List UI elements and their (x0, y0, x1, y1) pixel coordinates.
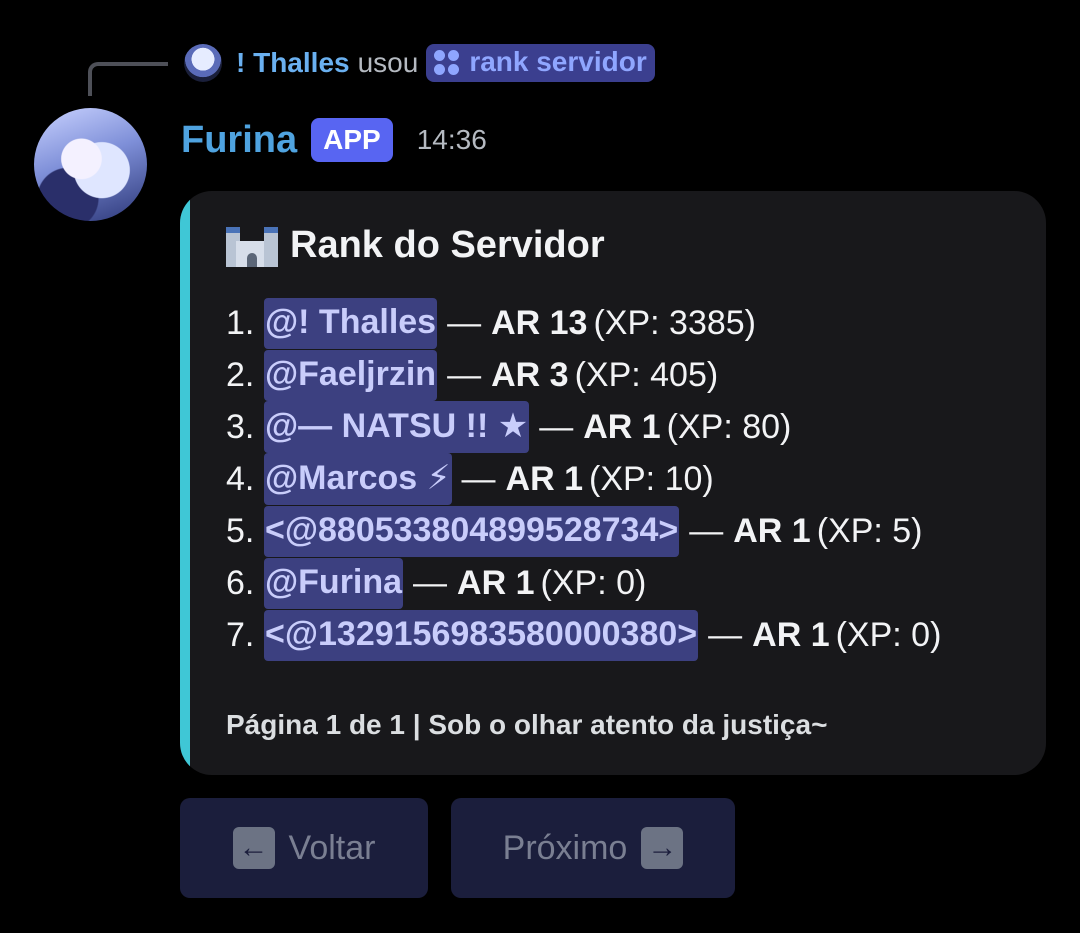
rank-level: AR 1 (457, 563, 535, 602)
rank-xp: (XP: 0) (835, 615, 942, 654)
reply-avatar[interactable] (184, 44, 222, 82)
message-header: Furina APP 14:36 (181, 112, 487, 168)
separator: — (447, 355, 482, 394)
author-username[interactable]: Furina (181, 119, 297, 162)
user-mention[interactable]: @Marcos ⚡ (264, 453, 452, 505)
reply-verb: usou (357, 47, 419, 78)
rank-number: 2. (226, 355, 255, 394)
slash-command-icon (434, 49, 460, 75)
rank-xp: (XP: 3385) (593, 303, 756, 342)
separator: — (461, 459, 496, 498)
separator: — (413, 563, 448, 602)
embed-title: Rank do Servidor (224, 221, 605, 269)
user-mention[interactable]: <@1329156983580000380> (264, 609, 699, 661)
app-badge: APP (311, 118, 393, 162)
rank-entry: 4. @Marcos ⚡ — AR 1 (XP: 10) (226, 453, 941, 505)
reply-reference[interactable]: ! Thalles usou rank servidor (184, 40, 655, 86)
back-button-label: Voltar (288, 828, 376, 867)
rank-level: AR 1 (505, 459, 583, 498)
rank-entry: 7. <@1329156983580000380> — AR 1 (XP: 0) (226, 609, 941, 661)
rank-level: AR 1 (583, 407, 661, 446)
user-mention[interactable]: @Furina (264, 557, 404, 609)
rank-entry: 2. @Faeljrzin — AR 3 (XP: 405) (226, 349, 941, 401)
separator: — (539, 407, 574, 446)
rank-number: 4. (226, 459, 255, 498)
rank-list: 1. @! Thalles — AR 13 (XP: 3385) 2. @Fae… (226, 297, 941, 661)
rank-entry: 1. @! Thalles — AR 13 (XP: 3385) (226, 297, 941, 349)
command-pill[interactable]: rank servidor (426, 44, 655, 82)
next-button[interactable]: Próximo → (451, 798, 735, 898)
next-button-label: Próximo (502, 828, 628, 867)
user-mention[interactable]: @— NATSU !! ★ (264, 401, 530, 453)
rank-xp: (XP: 405) (574, 355, 719, 394)
rank-level: AR 3 (491, 355, 569, 394)
back-button[interactable]: ← Voltar (180, 798, 428, 898)
separator: — (708, 615, 743, 654)
rank-level: AR 1 (733, 511, 811, 550)
rank-xp: (XP: 80) (666, 407, 792, 446)
embed-accent-bar (180, 191, 190, 775)
command-label: rank servidor (469, 46, 647, 77)
user-mention[interactable]: @! Thalles (264, 297, 438, 349)
rank-level: AR 13 (491, 303, 588, 342)
rank-xp: (XP: 5) (816, 511, 923, 550)
rank-level: AR 1 (752, 615, 830, 654)
rank-entry: 6. @Furina — AR 1 (XP: 0) (226, 557, 941, 609)
user-mention[interactable]: @Faeljrzin (264, 349, 438, 401)
castle-icon (224, 221, 280, 269)
reply-username[interactable]: ! Thalles (236, 47, 350, 79)
left-arrow-icon: ← (232, 827, 275, 869)
rank-number: 6. (226, 563, 255, 602)
rank-number: 1. (226, 303, 255, 342)
rank-xp: (XP: 0) (540, 563, 647, 602)
rank-number: 7. (226, 615, 255, 654)
embed-footer: Página 1 de 1 | Sob o olhar atento da ju… (226, 709, 828, 740)
separator: — (689, 511, 724, 550)
rank-number: 3. (226, 407, 255, 446)
rank-xp: (XP: 10) (589, 459, 714, 498)
rank-entry: 5. <@880533804899528734> — AR 1 (XP: 5) (226, 505, 941, 557)
message-timestamp[interactable]: 14:36 (417, 124, 487, 156)
user-mention[interactable]: <@880533804899528734> (264, 505, 680, 557)
reply-connector-line (88, 62, 168, 96)
rank-entry: 3. @— NATSU !! ★ — AR 1 (XP: 80) (226, 401, 941, 453)
separator: — (447, 303, 482, 342)
embed-title-text: Rank do Servidor (290, 223, 605, 266)
right-arrow-icon: → (641, 827, 684, 869)
rank-number: 5. (226, 511, 255, 550)
author-avatar[interactable] (34, 108, 147, 221)
rank-embed: Rank do Servidor 1. @! Thalles — AR 13 (… (180, 191, 1046, 775)
